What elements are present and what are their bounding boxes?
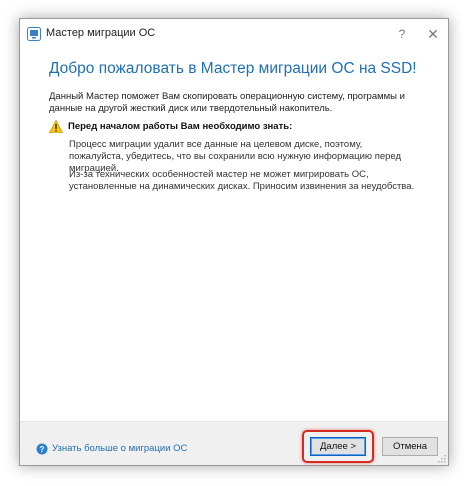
learn-more-text[interactable]: Узнать больше о миграции ОС [52, 443, 187, 454]
migration-wizard-window: Мастер миграции ОС ? ✕ Добро пожаловать … [19, 18, 449, 466]
warning-icon [49, 120, 63, 133]
close-button[interactable]: ✕ [424, 25, 442, 43]
cancel-button[interactable]: Отмена [382, 437, 438, 456]
warning-title: Перед началом работы Вам необходимо знат… [68, 121, 293, 132]
info-icon: ? [36, 443, 48, 455]
intro-text: Данный Мастер поможет Вам скопировать оп… [49, 91, 405, 114]
help-button[interactable]: ? [393, 25, 411, 43]
page-heading: Добро пожаловать в Мастер миграции ОС на… [49, 60, 417, 77]
window-title: Мастер миграции ОС [46, 27, 156, 39]
next-button[interactable]: Далее > [310, 437, 366, 456]
footer-bar: ? Узнать больше о миграции ОС Далее > От… [20, 422, 448, 465]
warning-paragraph-dynamic-disks: Из-за технических особенностей мастер не… [69, 169, 415, 192]
title-bar[interactable]: Мастер миграции ОС ? ✕ [20, 19, 448, 49]
resize-grip-icon[interactable] [438, 455, 446, 463]
dialog-shadow: Мастер миграции ОС ? ✕ Добро пожаловать … [19, 18, 449, 466]
svg-text:?: ? [40, 445, 45, 454]
app-icon [27, 27, 41, 41]
